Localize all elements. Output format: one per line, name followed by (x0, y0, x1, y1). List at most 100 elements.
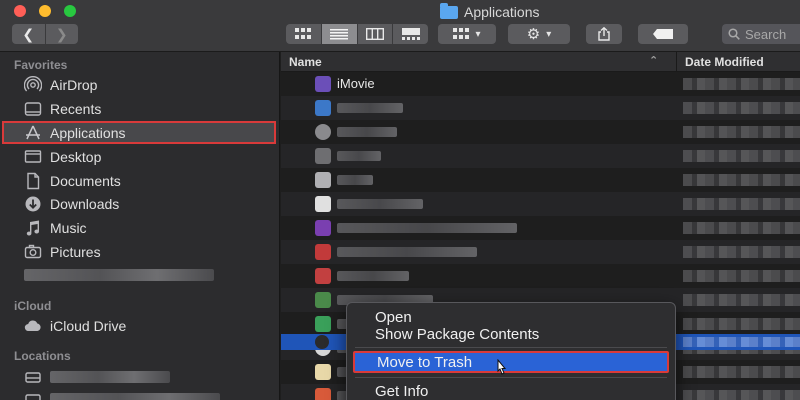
redacted-date (683, 222, 800, 234)
list-view-button[interactable] (320, 24, 357, 44)
redacted-date (683, 390, 800, 400)
redacted-date (683, 366, 800, 378)
navigation-buttons: ❮ ❯ (12, 24, 78, 44)
redacted-date (683, 150, 800, 162)
sidebar-item-airdrop[interactable]: AirDrop (2, 74, 276, 96)
app-icon (315, 335, 329, 349)
table-row[interactable] (281, 264, 800, 288)
app-icon (315, 196, 331, 212)
pictures-icon (24, 243, 42, 261)
table-row[interactable] (281, 168, 800, 192)
sidebar-item-icloud-drive[interactable]: iCloud Drive (2, 315, 276, 337)
sidebar-item-label: Applications (50, 124, 126, 141)
redacted-date (683, 102, 800, 114)
sidebar-item-desktop[interactable]: Desktop (2, 146, 276, 168)
sidebar-item-redacted[interactable] (2, 264, 276, 286)
column-header-row: Name ⌃ Date Modified (281, 52, 800, 72)
gear-icon: ⚙ (526, 26, 541, 43)
app-icon (315, 244, 331, 260)
app-icon (315, 292, 331, 308)
back-button[interactable]: ❮ (12, 24, 45, 44)
sidebar-item-location-other[interactable] (2, 388, 276, 400)
redacted-name (337, 199, 423, 209)
menu-item-move-to-trash[interactable]: Move to Trash (353, 351, 669, 373)
menu-separator (355, 347, 667, 348)
column-header-name[interactable]: Name (289, 55, 322, 69)
column-view-icon (365, 28, 384, 40)
column-header-date-modified[interactable]: Date Modified (676, 52, 772, 72)
app-icon (315, 364, 331, 380)
redacted-date (683, 126, 800, 138)
action-menu-button[interactable]: ⚙ ▾ (508, 24, 570, 44)
icon-view-button[interactable] (286, 24, 321, 44)
zoom-window-button[interactable] (64, 5, 76, 17)
sidebar-item-music[interactable]: Music (2, 217, 276, 239)
airdrop-icon (24, 76, 42, 94)
sort-ascending-icon: ⌃ (649, 55, 659, 67)
back-chevron-icon: ❮ (22, 25, 35, 42)
sidebar-item-recents[interactable]: Recents (2, 98, 276, 120)
table-row[interactable] (281, 216, 800, 240)
sidebar-item-label: Documents (50, 173, 121, 189)
sidebar-item-label: Recents (50, 101, 102, 117)
redacted-name (337, 127, 397, 137)
redacted-name (337, 103, 403, 113)
app-icon (315, 76, 331, 92)
close-window-button[interactable] (14, 5, 26, 17)
redacted-name (337, 223, 517, 233)
desktop-icon (24, 148, 42, 166)
sidebar-item-label: Desktop (50, 149, 102, 165)
redacted-label (50, 371, 170, 383)
group-by-button[interactable]: ▾ (438, 24, 496, 44)
window-toolbar: Applications ❮ ❯ ▾ ⚙ ▾ Search (0, 0, 800, 52)
sidebar-item-downloads[interactable]: Downloads (2, 193, 276, 215)
window-title-text: Applications (464, 4, 540, 20)
menu-item-show-package-contents[interactable]: Show Package Contents (347, 324, 675, 344)
sidebar-item-label: Pictures (50, 244, 101, 260)
table-row[interactable] (281, 144, 800, 168)
redacted-label (50, 393, 220, 400)
tag-icon (653, 29, 673, 39)
redacted-date (683, 294, 800, 306)
table-row[interactable] (281, 240, 800, 264)
sidebar-item-applications[interactable]: Applications (2, 121, 276, 144)
search-field[interactable]: Search (722, 24, 800, 44)
minimize-window-button[interactable] (39, 5, 51, 17)
app-icon (315, 388, 331, 400)
gallery-view-button[interactable] (392, 24, 428, 44)
forward-button[interactable]: ❯ (44, 24, 79, 44)
table-row[interactable] (281, 96, 800, 120)
sidebar-item-pictures[interactable]: Pictures (2, 241, 276, 263)
app-icon (315, 220, 331, 236)
menu-item-get-info[interactable]: Get Info (347, 381, 675, 400)
icon-view-icon (295, 28, 312, 39)
search-placeholder: Search (745, 26, 787, 42)
app-icon (315, 124, 331, 140)
redacted-date (683, 318, 800, 330)
menu-separator (355, 377, 667, 378)
sidebar-item-label: AirDrop (50, 77, 98, 93)
table-row[interactable]: iMovie (281, 72, 800, 96)
favorites-header: Favorites (14, 58, 68, 72)
redacted-name (337, 151, 381, 161)
sidebar-item-label: Downloads (50, 196, 120, 212)
locations-header: Locations (14, 349, 71, 363)
app-icon (315, 268, 331, 284)
app-icon (315, 100, 331, 116)
tags-button[interactable] (638, 24, 688, 44)
sidebar-item-label: iCloud Drive (50, 318, 127, 334)
music-icon (24, 219, 42, 237)
icloud-header: iCloud (14, 299, 52, 313)
cloud-icon (24, 317, 42, 335)
sidebar-item-documents[interactable]: Documents (2, 170, 276, 192)
share-icon (598, 27, 610, 41)
redacted-date (683, 198, 800, 210)
view-mode-switcher (286, 24, 428, 44)
share-button[interactable] (586, 24, 622, 44)
sidebar-item-location-disk[interactable] (2, 366, 276, 388)
column-view-button[interactable] (356, 24, 393, 44)
table-row[interactable] (281, 192, 800, 216)
table-row[interactable] (281, 120, 800, 144)
sidebar: Favorites AirDrop Recents Applications D… (0, 52, 280, 400)
chevron-down-icon: ▾ (475, 28, 481, 40)
